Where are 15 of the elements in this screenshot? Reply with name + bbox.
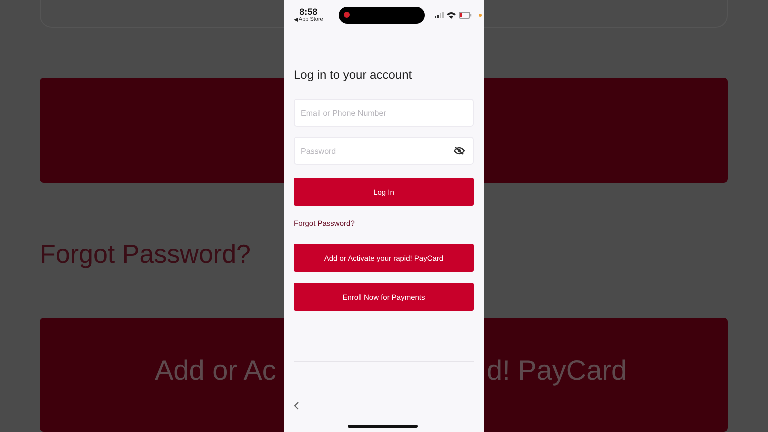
button-text: d! PayCard	[487, 354, 628, 387]
privacy-dot	[479, 14, 482, 16]
forgot-password-text: Forgot Password?	[40, 238, 251, 270]
wifi-icon	[447, 12, 456, 18]
page-title: Log in to your account	[294, 68, 414, 82]
signal-icon	[435, 12, 444, 18]
email-field[interactable]: Email or Phone Number	[294, 99, 474, 127]
home-indicator	[348, 425, 418, 428]
clock-time: 8:58	[300, 7, 318, 17]
password-field[interactable]: Password	[294, 137, 474, 165]
back-chevron-icon[interactable]	[294, 402, 299, 410]
button-text: Add or Ac	[155, 354, 276, 387]
eye-slash-icon[interactable]	[454, 147, 465, 155]
battery-icon	[459, 12, 472, 18]
back-triangle-icon[interactable]	[294, 18, 298, 22]
